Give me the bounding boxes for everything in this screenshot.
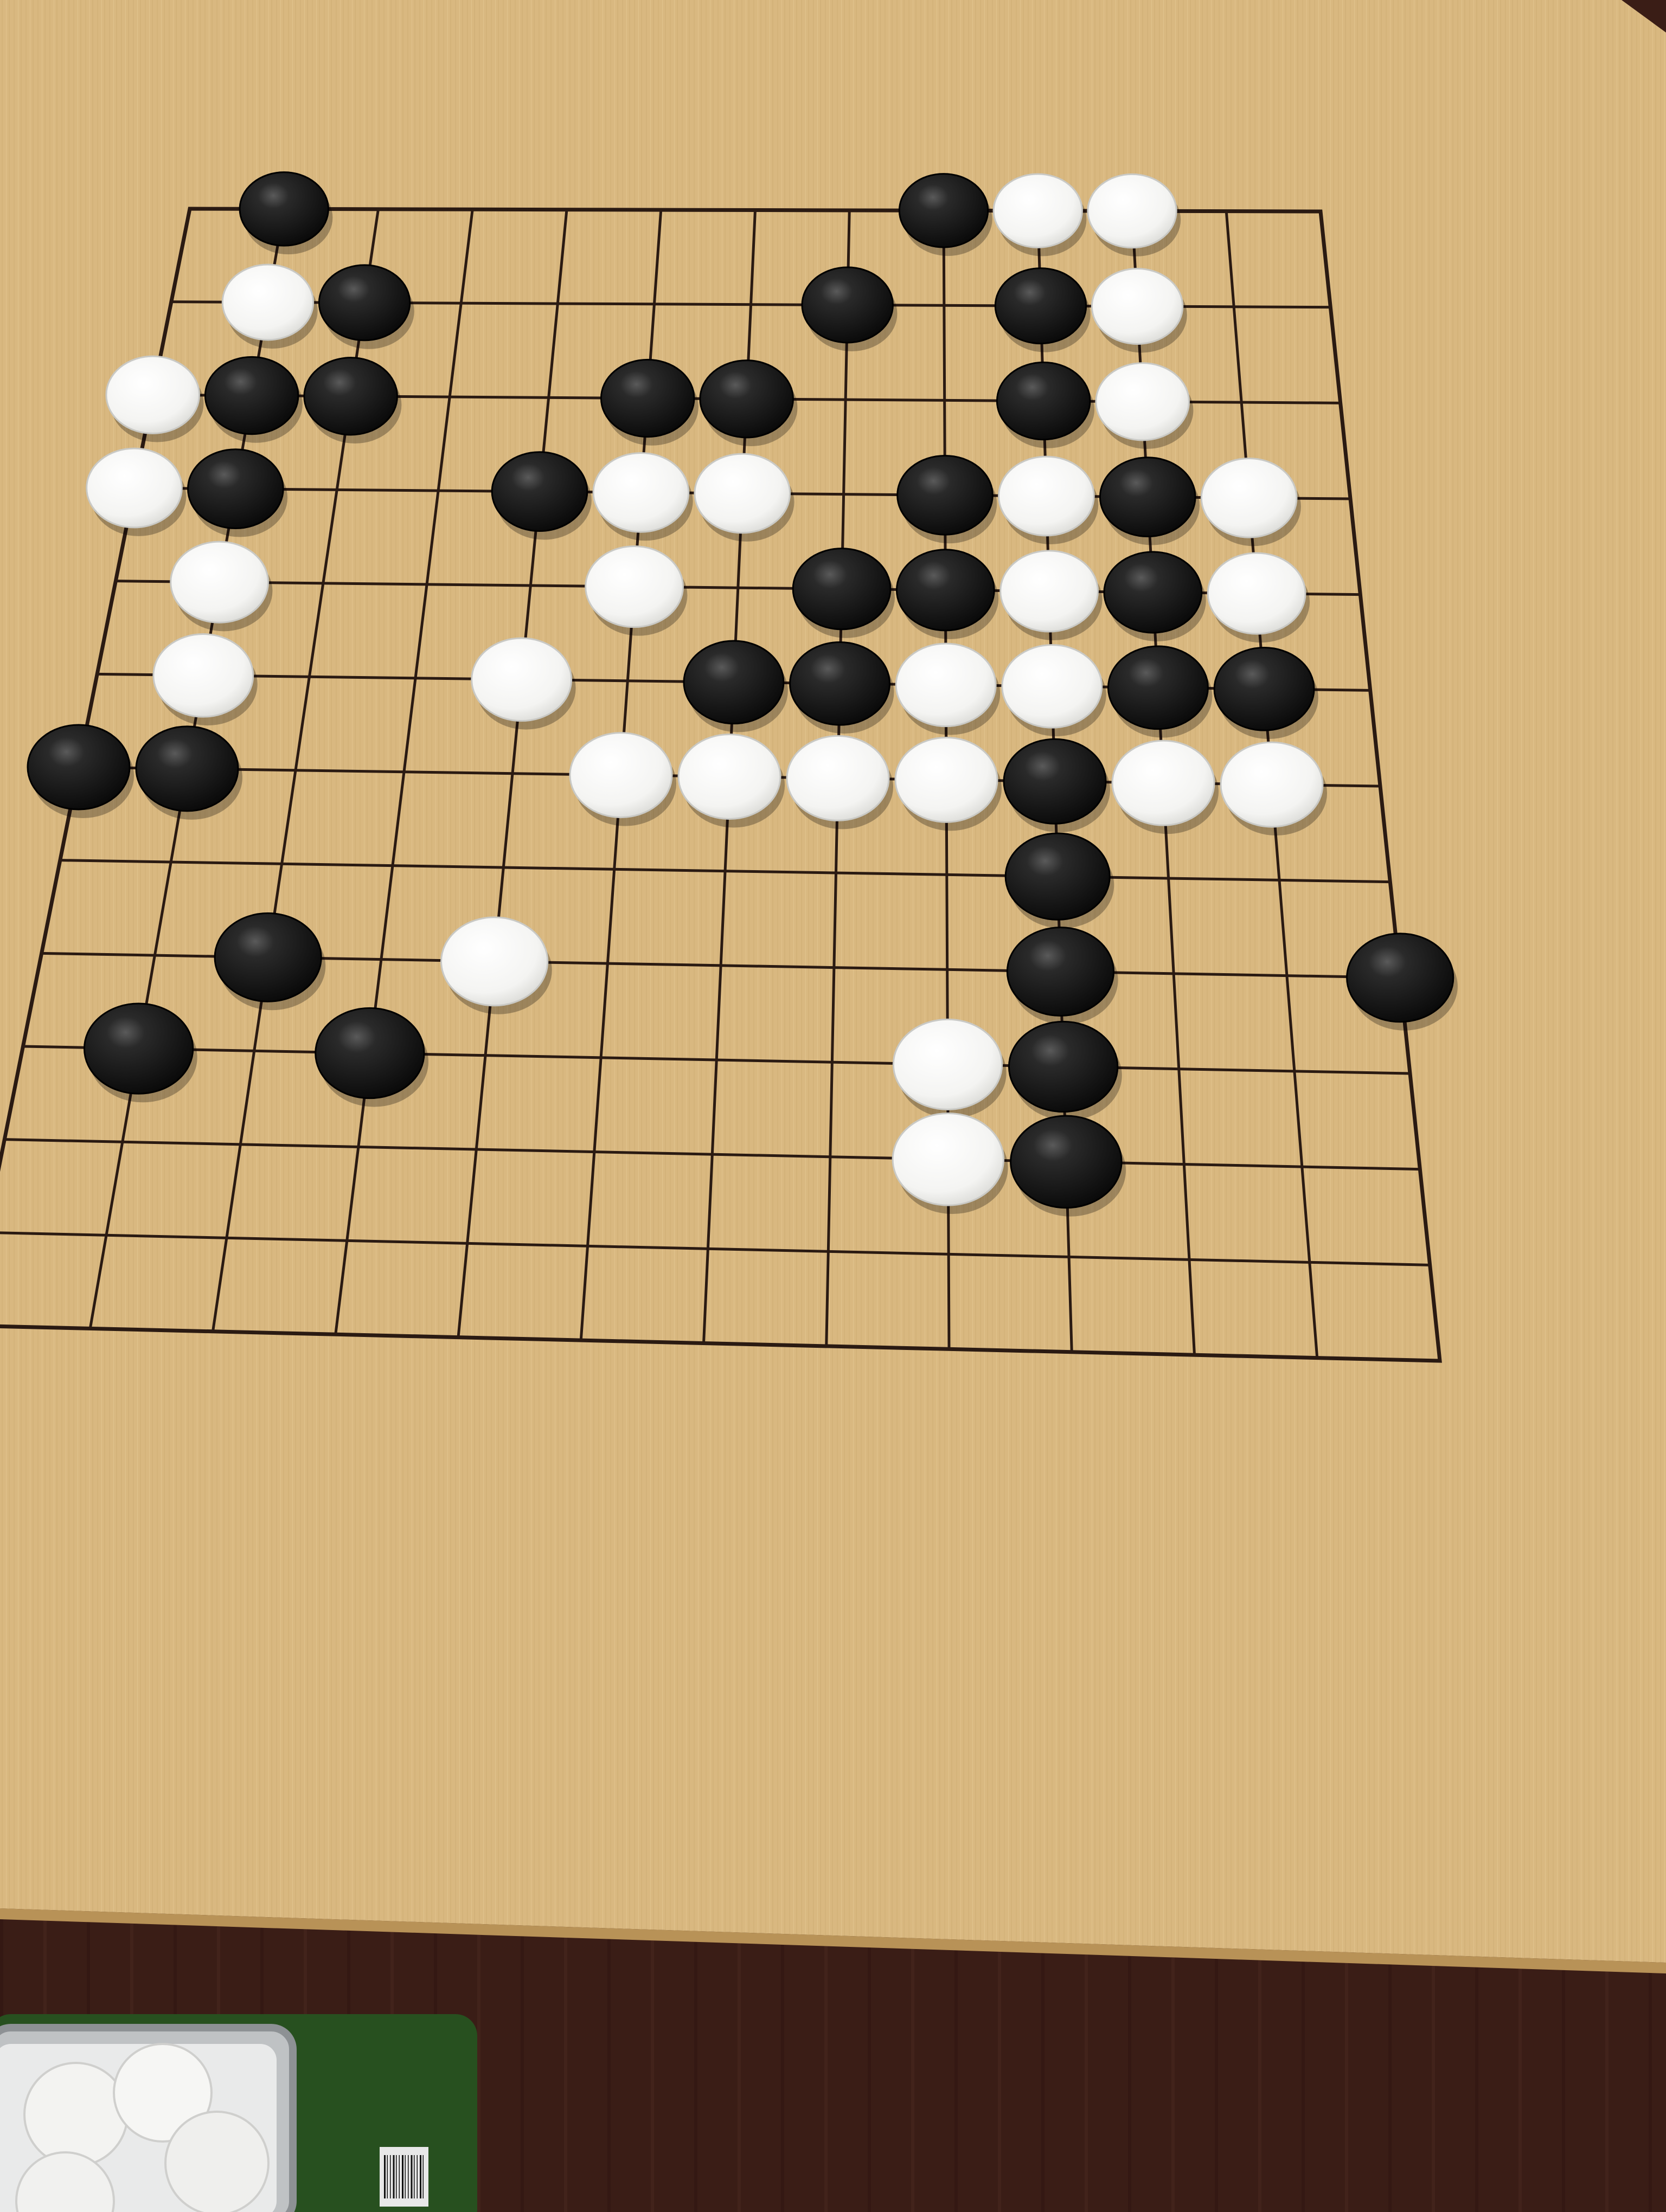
white-stone[interactable]	[894, 736, 998, 823]
table-wood-streak	[607, 1898, 611, 2212]
white-stone[interactable]	[895, 642, 997, 728]
black-stone[interactable]	[996, 361, 1091, 441]
barcode-bar	[396, 2155, 397, 2198]
white-stone[interactable]	[1200, 457, 1298, 538]
white-stone[interactable]	[170, 541, 269, 623]
white-stone[interactable]	[1087, 173, 1177, 249]
white-stone[interactable]	[152, 633, 254, 718]
black-stone[interactable]	[789, 641, 890, 726]
white-stone[interactable]	[694, 453, 791, 534]
black-stone[interactable]	[994, 267, 1087, 345]
black-stone[interactable]	[898, 173, 989, 248]
white-stone[interactable]	[999, 550, 1099, 633]
barcode-bar	[422, 2155, 424, 2198]
black-stone[interactable]	[1004, 832, 1111, 921]
table-wood-streak	[477, 1898, 480, 2212]
black-stone[interactable]	[303, 357, 398, 436]
black-stone[interactable]	[683, 640, 785, 725]
white-stone[interactable]	[1111, 740, 1215, 826]
black-stone[interactable]	[801, 266, 894, 344]
white-stone[interactable]	[221, 263, 315, 341]
white-stone[interactable]	[1095, 362, 1190, 441]
white-stone[interactable]	[1001, 644, 1103, 729]
table-wood-streak	[651, 1898, 654, 2212]
black-stone[interactable]	[792, 548, 892, 631]
black-stone[interactable]	[1213, 647, 1315, 731]
black-stone[interactable]	[135, 725, 239, 812]
black-stone[interactable]	[1346, 933, 1454, 1023]
black-stone[interactable]	[1010, 1115, 1123, 1209]
black-stone[interactable]	[83, 1002, 194, 1095]
white-stone[interactable]	[1091, 268, 1184, 345]
black-stone[interactable]	[239, 171, 329, 247]
barcode-bar	[416, 2155, 418, 2198]
white-stone[interactable]	[998, 455, 1095, 537]
barcode-bar	[399, 2155, 400, 2198]
black-stone[interactable]	[1099, 456, 1196, 538]
black-stone[interactable]	[1103, 551, 1203, 634]
white-stone[interactable]	[105, 355, 200, 435]
stone-bowl[interactable]	[0, 2014, 477, 2212]
black-stone[interactable]	[1006, 927, 1115, 1017]
barcode-bar	[405, 2155, 406, 2198]
black-stone[interactable]	[1107, 645, 1209, 730]
white-stone[interactable]	[892, 1113, 1005, 1206]
bowl-white-stone	[164, 2111, 270, 2212]
white-stone[interactable]	[592, 452, 690, 533]
white-stone[interactable]	[585, 545, 684, 628]
white-stone[interactable]	[892, 1018, 1003, 1110]
barcode-bar	[411, 2155, 413, 2198]
barcode-bar	[402, 2155, 403, 2198]
white-stone[interactable]	[992, 173, 1083, 249]
barcode-bar	[393, 2155, 395, 2198]
table-wood-streak	[694, 1898, 697, 2212]
table-wood-streak	[564, 1898, 567, 2212]
black-stone[interactable]	[600, 358, 695, 438]
white-stone[interactable]	[1220, 741, 1324, 828]
white-stone[interactable]	[677, 734, 781, 820]
black-stone[interactable]	[491, 451, 588, 532]
black-stone[interactable]	[187, 448, 284, 530]
white-stone[interactable]	[440, 916, 549, 1007]
black-stone[interactable]	[699, 359, 794, 439]
black-stone[interactable]	[27, 724, 131, 811]
white-stone[interactable]	[1207, 552, 1306, 635]
black-stone[interactable]	[895, 549, 995, 632]
black-stone[interactable]	[1003, 738, 1107, 825]
table-wood-streak	[738, 1898, 741, 2212]
barcode-bar	[414, 2155, 415, 2198]
white-stone[interactable]	[471, 637, 573, 722]
bowl-white-stone	[23, 2062, 129, 2167]
black-stone[interactable]	[315, 1007, 425, 1099]
barcode-bar	[390, 2155, 391, 2198]
white-stone[interactable]	[786, 735, 890, 821]
black-stone[interactable]	[1008, 1020, 1119, 1113]
barcode-bar	[420, 2155, 421, 2198]
white-stone[interactable]	[569, 732, 673, 819]
barcode-bar	[387, 2155, 388, 2198]
barcode-bar	[408, 2155, 409, 2198]
black-stone[interactable]	[214, 912, 322, 1002]
table-wood-streak	[521, 1898, 524, 2212]
barcode-bar	[384, 2155, 386, 2198]
white-stone[interactable]	[86, 447, 183, 529]
black-stone[interactable]	[318, 264, 411, 342]
black-stone[interactable]	[204, 356, 299, 435]
go-board-scene	[0, 0, 1666, 2212]
black-stone[interactable]	[896, 454, 994, 536]
